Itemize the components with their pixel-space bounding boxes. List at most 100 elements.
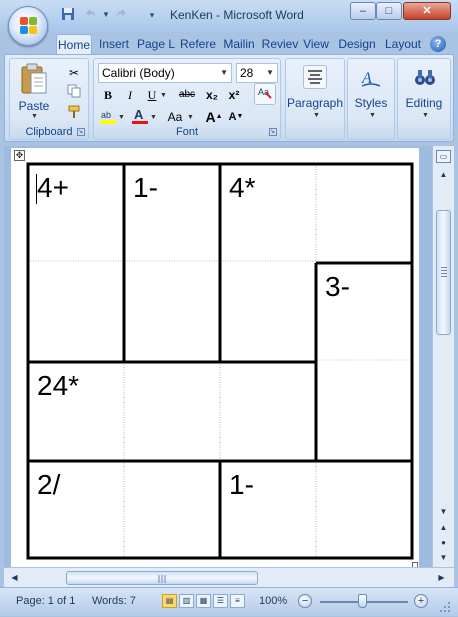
outline-view-icon[interactable]: ☰ (213, 594, 228, 608)
superscript-button[interactable]: x² (224, 85, 244, 105)
font-color-icon[interactable]: A (130, 107, 150, 127)
font-name-value: Calibri (Body) (102, 66, 175, 80)
cage-label: 24* (37, 370, 80, 401)
copy-icon[interactable] (64, 84, 84, 104)
tab-home[interactable]: Home (56, 34, 92, 55)
tab-layout[interactable]: Layout (382, 34, 424, 55)
ribbon-tabs: Home Insert Page L Refere Mailin Reviev … (0, 32, 458, 55)
cage-label: 2/ (37, 469, 61, 500)
underline-button[interactable]: U (142, 85, 162, 105)
draft-view-icon[interactable]: ≡ (230, 594, 245, 608)
full-screen-reading-icon[interactable]: ▥ (179, 594, 194, 608)
editing-label: Editing (405, 96, 443, 110)
scroll-right-icon[interactable]: ▶ (434, 571, 449, 585)
close-button[interactable]: ✕ (403, 2, 451, 20)
tab-review[interactable]: Reviev (260, 34, 300, 55)
binoculars-icon (412, 65, 438, 91)
cage-label: 3- (325, 271, 350, 302)
subscript-button[interactable]: x₂ (202, 85, 222, 105)
grip-line (441, 273, 447, 274)
zoom-slider-thumb[interactable] (358, 594, 367, 608)
grow-font-label: A (205, 109, 216, 125)
tab-view[interactable]: View (300, 34, 332, 55)
shrink-font-label: A (228, 111, 237, 123)
word-count[interactable]: Words: 7 (92, 592, 136, 610)
resize-grip-icon[interactable] (438, 600, 452, 614)
scroll-down-icon[interactable]: ▼ (436, 505, 451, 519)
vertical-scroll-thumb[interactable] (436, 210, 451, 335)
zoom-in-button[interactable]: + (414, 594, 428, 608)
grip-line (441, 270, 447, 271)
horizontal-scrollbar[interactable]: ◀ ▶ (4, 567, 454, 587)
clipboard-group: Paste ▼ ✂ Clipboard ↘ (9, 58, 89, 140)
paragraph-group[interactable]: Paragraph ▼ (285, 58, 345, 140)
grip-line (441, 276, 447, 277)
clear-formatting-icon[interactable]: Aa (254, 83, 276, 105)
page-count[interactable]: Page: 1 of 1 (16, 592, 75, 610)
change-case-dropdown-icon[interactable]: ▼ (187, 114, 194, 121)
title-bar: ▼ ▾ KenKen - Microsoft Word – □ ✕ (0, 0, 458, 46)
change-case-button[interactable]: Aa (162, 107, 188, 127)
font-size-dropdown[interactable]: 28 ▼ (236, 63, 278, 83)
scroll-up-icon[interactable]: ▲ (436, 168, 451, 182)
document-area[interactable]: ✥ (4, 146, 432, 567)
tab-design[interactable]: Design (336, 34, 378, 55)
highlight-dropdown-icon[interactable]: ▼ (118, 114, 125, 121)
print-layout-icon[interactable]: ▤ (162, 594, 177, 608)
strikethrough-button[interactable]: abc (174, 85, 200, 105)
tab-insert[interactable]: Insert (95, 34, 133, 55)
undo-dropdown-icon[interactable]: ▼ (98, 7, 114, 23)
format-painter-icon[interactable] (64, 105, 84, 125)
horizontal-scroll-thumb[interactable] (66, 571, 258, 585)
chevron-down-icon: ▼ (313, 112, 320, 119)
save-icon[interactable] (60, 7, 76, 23)
paste-button[interactable]: Paste ▼ (14, 61, 54, 123)
cut-icon[interactable]: ✂ (64, 63, 84, 83)
clipboard-launcher-icon[interactable]: ↘ (77, 128, 85, 136)
text-cursor (36, 174, 37, 204)
ruler-toggle-icon[interactable]: ▭ (436, 150, 451, 163)
font-name-dropdown[interactable]: Calibri (Body) ▼ (98, 63, 232, 83)
paragraph-icon (303, 65, 327, 89)
italic-button[interactable]: I (120, 85, 140, 105)
zoom-level[interactable]: 100% (259, 592, 287, 610)
font-color-dropdown-icon[interactable]: ▼ (150, 114, 157, 121)
highlight-icon[interactable]: ab (98, 107, 118, 127)
vertical-scrollbar[interactable]: ▭ ▲ ▼ ▲ ● ▼ (432, 146, 454, 567)
tab-references[interactable]: Refere (178, 34, 218, 55)
styles-group[interactable]: A Styles ▼ (347, 58, 395, 140)
svg-text:A: A (134, 107, 144, 122)
cage-label: 4* (229, 172, 256, 203)
office-logo-icon (20, 17, 38, 35)
scroll-left-icon[interactable]: ◀ (7, 571, 22, 585)
select-browse-object-icon[interactable]: ● (436, 536, 451, 550)
redo-icon[interactable] (114, 7, 130, 23)
font-size-value: 28 (240, 66, 254, 80)
styles-icon: A (358, 65, 384, 91)
zoom-out-button[interactable]: − (298, 594, 312, 608)
chevron-down-icon: ▼ (266, 68, 274, 77)
help-icon[interactable]: ? (430, 36, 446, 52)
grow-font-button[interactable]: A▲ (204, 107, 224, 127)
office-button[interactable] (8, 6, 48, 46)
bold-button[interactable]: B (98, 85, 118, 105)
editing-group[interactable]: Editing ▼ (397, 58, 451, 140)
next-page-icon[interactable]: ▼ (436, 551, 451, 565)
customize-qat-icon[interactable]: ▾ (144, 7, 160, 23)
shrink-font-button[interactable]: A▼ (226, 107, 246, 127)
grip-icon (158, 575, 166, 583)
kenken-grid (26, 162, 414, 560)
font-group: Calibri (Body) ▼ 28 ▼ B I U ▼ abc x₂ x² … (93, 58, 281, 140)
previous-page-icon[interactable]: ▲ (436, 521, 451, 535)
web-layout-icon[interactable]: ▦ (196, 594, 211, 608)
ribbon: Paste ▼ ✂ Clipboard ↘ Calibri (Body) ▼ 2… (4, 54, 454, 142)
chevron-down-icon: ▼ (220, 68, 228, 77)
tab-page-layout[interactable]: Page L (136, 34, 176, 55)
svg-text:ab: ab (101, 110, 111, 120)
font-launcher-icon[interactable]: ↘ (269, 128, 277, 136)
maximize-button[interactable]: □ (376, 2, 402, 20)
undo-icon[interactable] (82, 7, 98, 23)
tab-mailings[interactable]: Mailin (219, 34, 259, 55)
minimize-button[interactable]: – (350, 2, 376, 20)
underline-dropdown-icon[interactable]: ▼ (160, 92, 167, 99)
